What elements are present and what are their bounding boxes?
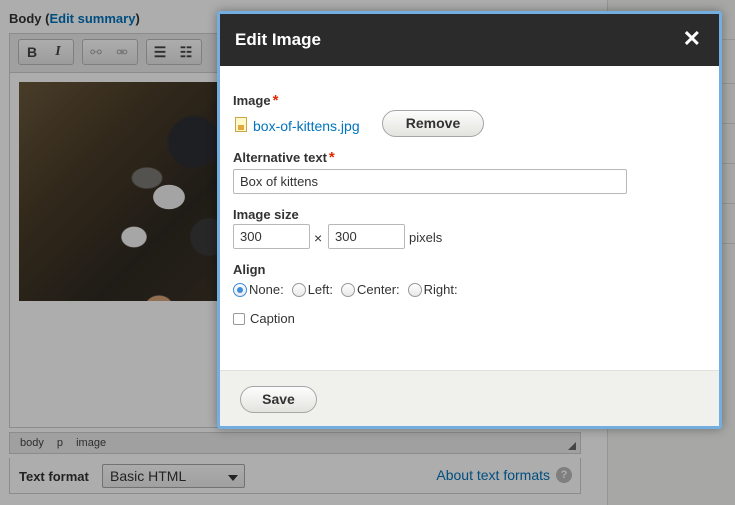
dialog-titlebar: Edit Image ✕ [220, 14, 719, 66]
width-input[interactable] [233, 224, 310, 249]
align-none-radio[interactable] [233, 282, 247, 297]
align-left-radio[interactable] [291, 282, 306, 297]
align-left-label[interactable]: Left: [308, 282, 333, 297]
image-label: Image * [233, 92, 278, 109]
caption-checkbox[interactable] [233, 312, 245, 325]
align-right-radio[interactable] [407, 282, 422, 297]
caption-label[interactable]: Caption [250, 311, 295, 326]
align-right-label[interactable]: Right: [424, 282, 458, 297]
alt-label-text: Alternative text [233, 150, 327, 165]
dialog-title: Edit Image [235, 30, 321, 49]
pixels-label: pixels [409, 230, 443, 245]
remove-button[interactable]: Remove [382, 110, 484, 137]
align-none-label[interactable]: None: [249, 282, 284, 297]
align-center-label[interactable]: Center: [357, 282, 400, 297]
align-radio-group: None: Left: Center: Right: [233, 282, 466, 297]
required-mark: * [272, 92, 279, 109]
align-center-radio[interactable] [341, 282, 355, 297]
image-file-icon [235, 117, 247, 132]
height-input[interactable] [328, 224, 405, 249]
caption-row: Caption [233, 311, 295, 326]
image-label-text: Image [233, 93, 271, 108]
dialog-footer: Save [220, 370, 719, 426]
alt-text-input[interactable] [233, 169, 627, 194]
image-size-label: Image size [233, 207, 299, 222]
align-label: Align [233, 262, 266, 277]
close-icon[interactable]: ✕ [683, 28, 701, 50]
required-mark: * [328, 149, 335, 166]
times-symbol: × [314, 230, 323, 246]
edit-image-dialog: Edit Image ✕ Image * box-of-kittens.jpg R… [217, 11, 722, 429]
alt-text-label: Alternative text * [233, 149, 335, 166]
file-name-link[interactable]: box-of-kittens.jpg [253, 118, 360, 134]
save-button[interactable]: Save [240, 386, 317, 413]
